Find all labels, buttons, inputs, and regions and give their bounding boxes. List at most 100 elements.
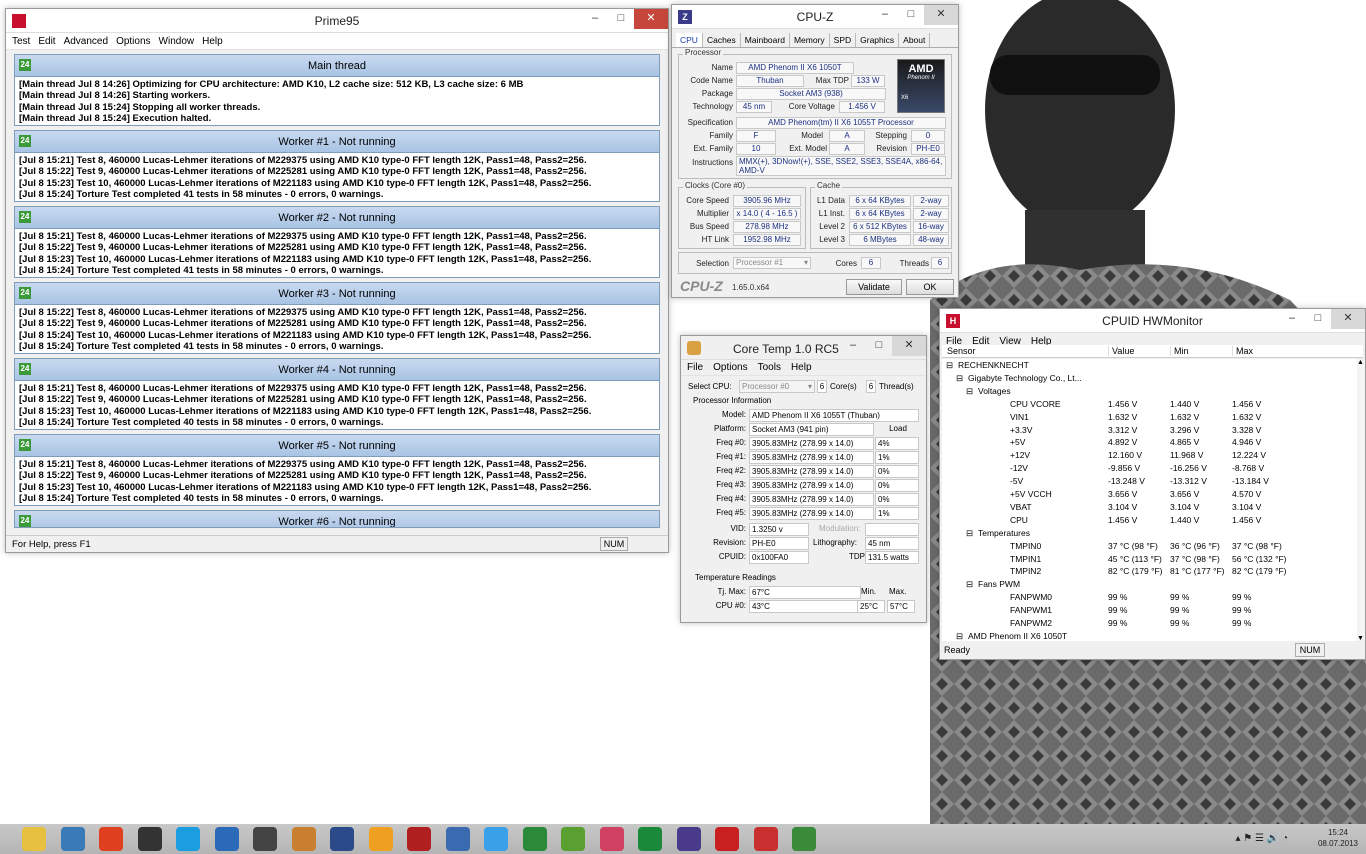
col-sensor[interactable]: Sensor bbox=[944, 346, 976, 356]
close-button[interactable]: ✕ bbox=[1331, 309, 1365, 329]
clock-date[interactable]: 08.07.2013 bbox=[1318, 838, 1358, 849]
tray-icons[interactable]: ▴ ⚑ ☰ 🔊 ◔ bbox=[1235, 833, 1288, 844]
close-button[interactable]: ✕ bbox=[634, 9, 668, 29]
expand-toggle-icon[interactable]: ⊟ bbox=[956, 372, 963, 385]
coretemp-icon[interactable] bbox=[753, 827, 778, 851]
sensor-row[interactable]: +3.3V 3.312 V 3.296 V 3.328 V bbox=[942, 424, 1357, 437]
sensor-row[interactable]: ⊟ Gigabyte Technology Co., Lt... bbox=[942, 372, 1357, 385]
selectcpu-dropdown[interactable]: Processor #0 ▾ bbox=[739, 380, 815, 393]
log-line: [Main thread Jul 8 14:26] Starting worke… bbox=[19, 90, 211, 102]
utorrent-icon[interactable] bbox=[561, 827, 585, 851]
hwmon-icon[interactable] bbox=[792, 827, 816, 851]
sensor-row[interactable]: +5V VCCH 3.656 V 3.656 V 4.570 V bbox=[942, 488, 1357, 501]
maximize-button[interactable]: □ bbox=[608, 9, 634, 29]
prime95-window[interactable]: Prime95 – □ ✕ Test Edit Advanced Options Win… bbox=[5, 8, 669, 553]
selection-dropdown[interactable]: Processor #1 ▾ bbox=[733, 257, 811, 269]
calculator-icon[interactable] bbox=[522, 827, 547, 851]
close-button[interactable]: ✕ bbox=[892, 336, 926, 356]
sensor-row[interactable]: ⊟ Voltages bbox=[942, 385, 1357, 398]
monitor-icon[interactable] bbox=[253, 827, 277, 851]
speaker-icon[interactable] bbox=[330, 827, 354, 851]
hwmonitor-window[interactable]: H CPUID HWMonitor – □ ✕ File Edit View Help… bbox=[939, 308, 1366, 660]
file-explorer-icon[interactable] bbox=[22, 827, 46, 851]
minimize-button[interactable]: – bbox=[840, 336, 866, 356]
sensor-row[interactable]: FANPWM0 99 % 99 % 99 % bbox=[942, 591, 1357, 604]
sensor-row[interactable]: ⊟ Fans PWM bbox=[942, 578, 1357, 591]
game-icon[interactable] bbox=[291, 827, 316, 851]
prime95-titlebar[interactable]: Prime95 – □ ✕ bbox=[6, 9, 668, 33]
hwmonitor-titlebar[interactable]: H CPUID HWMonitor – □ ✕ bbox=[940, 309, 1365, 333]
maximize-button[interactable]: □ bbox=[898, 5, 924, 25]
col-max[interactable]: Max bbox=[1232, 346, 1253, 356]
col-value[interactable]: Value bbox=[1108, 346, 1134, 356]
coretemp-titlebar[interactable]: Core Temp 1.0 RC5 – □ ✕ bbox=[681, 336, 926, 360]
flash-icon[interactable] bbox=[715, 827, 739, 851]
tab-mainboard[interactable]: Mainboard bbox=[741, 33, 790, 47]
menu-item-help[interactable]: Help bbox=[791, 362, 812, 373]
menu-item-advanced[interactable]: Advanced bbox=[64, 36, 108, 47]
thunder-icon[interactable] bbox=[214, 827, 239, 851]
sensor-row[interactable]: ⊟ RECHENKNECHT bbox=[942, 359, 1357, 372]
sensor-row[interactable]: -12V -9.856 V -16.256 V -8.768 V bbox=[942, 462, 1357, 475]
tab-cpu[interactable]: CPU bbox=[676, 33, 703, 47]
menu-item-options[interactable]: Options bbox=[713, 362, 747, 373]
validate-button[interactable]: Validate bbox=[846, 279, 902, 295]
sensor-row[interactable]: TMPIN2 82 °C (179 °F) 81 °C (177 °F) 82 °C … bbox=[942, 565, 1357, 578]
sensor-row[interactable]: +12V 12.160 V 11.968 V 12.224 V bbox=[942, 449, 1357, 462]
expand-toggle-icon[interactable]: ⊟ bbox=[966, 385, 973, 398]
cpuz-version: 1.65.0.x64 bbox=[732, 283, 770, 292]
menu-item-edit[interactable]: Edit bbox=[38, 36, 55, 47]
tab-memory[interactable]: Memory bbox=[790, 33, 830, 47]
menu-item-file[interactable]: File bbox=[687, 362, 703, 373]
sensor-row[interactable]: TMPIN1 45 °C (113 °F) 37 °C (98 °F) 56 °C (… bbox=[942, 553, 1357, 566]
sensor-row[interactable]: FANPWM1 99 % 99 % 99 % bbox=[942, 604, 1357, 617]
sensor-row[interactable]: CPU VCORE 1.456 V 1.440 V 1.456 V bbox=[942, 398, 1357, 411]
stripes-icon[interactable] bbox=[407, 827, 431, 851]
coretemp-window[interactable]: Core Temp 1.0 RC5 – □ ✕ File Options Tools… bbox=[680, 335, 927, 623]
menu-item-test[interactable]: Test bbox=[12, 36, 30, 47]
badge-icon[interactable] bbox=[638, 827, 662, 851]
expand-toggle-icon[interactable]: ⊟ bbox=[966, 578, 973, 591]
sensor-row[interactable]: TMPIN0 37 °C (98 °F) 36 °C (96 °F) 37 °C (9… bbox=[942, 540, 1357, 553]
cpuz-icon[interactable] bbox=[676, 827, 701, 851]
menu-item-options[interactable]: Options bbox=[116, 36, 150, 47]
menu-item-window[interactable]: Window bbox=[159, 36, 195, 47]
cpuz-titlebar[interactable]: Z CPU-Z – □ ✕ bbox=[672, 5, 958, 29]
maximize-button[interactable]: □ bbox=[1305, 309, 1331, 329]
network-icon[interactable] bbox=[60, 827, 85, 851]
cleaner-icon[interactable] bbox=[599, 827, 624, 851]
sensor-row[interactable]: ⊟ Temperatures bbox=[942, 527, 1357, 540]
minimize-button[interactable]: – bbox=[1279, 309, 1305, 329]
scrollbar[interactable]: ▲ ▼ bbox=[1357, 359, 1365, 642]
scroll-up-icon[interactable]: ▲ bbox=[1357, 359, 1364, 366]
col-min[interactable]: Min bbox=[1170, 346, 1189, 356]
chrome-icon[interactable] bbox=[99, 827, 123, 851]
clock-time[interactable]: 15:24 bbox=[1318, 827, 1358, 838]
menu-item-tools[interactable]: Tools bbox=[758, 362, 781, 373]
minimize-button[interactable]: – bbox=[872, 5, 898, 25]
sensor-row[interactable]: VBAT 3.104 V 3.104 V 3.104 V bbox=[942, 501, 1357, 514]
sensor-row[interactable]: VIN1 1.632 V 1.632 V 1.632 V bbox=[942, 411, 1357, 424]
sensor-row[interactable]: FANPWM2 99 % 99 % 99 % bbox=[942, 617, 1357, 630]
tab-caches[interactable]: Caches bbox=[703, 33, 741, 47]
tab-about[interactable]: About bbox=[899, 33, 931, 47]
timer-icon[interactable] bbox=[368, 827, 393, 851]
cpuz-window[interactable]: Z CPU-Z – □ ✕ CPU Caches Mainboard Memory SP… bbox=[671, 4, 959, 298]
tab-graphics[interactable]: Graphics bbox=[856, 33, 900, 47]
sensor-row[interactable]: +5V 4.892 V 4.865 V 4.946 V bbox=[942, 436, 1357, 449]
maximize-button[interactable]: □ bbox=[866, 336, 892, 356]
dropbox-icon[interactable] bbox=[484, 827, 508, 851]
sensor-row[interactable]: -5V -13.248 V -13.312 V -13.184 V bbox=[942, 475, 1357, 488]
close-button[interactable]: ✕ bbox=[924, 5, 958, 25]
expand-toggle-icon[interactable]: ⊟ bbox=[946, 359, 953, 372]
expand-toggle-icon[interactable]: ⊟ bbox=[966, 527, 973, 540]
steam-icon[interactable] bbox=[137, 827, 162, 851]
skype-icon[interactable] bbox=[176, 827, 200, 851]
sync-icon[interactable] bbox=[445, 827, 470, 851]
ok-button[interactable]: OK bbox=[906, 279, 954, 295]
sensor-row[interactable]: CPU 1.456 V 1.440 V 1.456 V bbox=[942, 514, 1357, 527]
minimize-button[interactable]: – bbox=[582, 9, 608, 29]
sensor-name: RECHENKNECHT bbox=[958, 360, 1029, 370]
tab-spd[interactable]: SPD bbox=[830, 33, 857, 47]
menu-item-help[interactable]: Help bbox=[202, 36, 223, 47]
